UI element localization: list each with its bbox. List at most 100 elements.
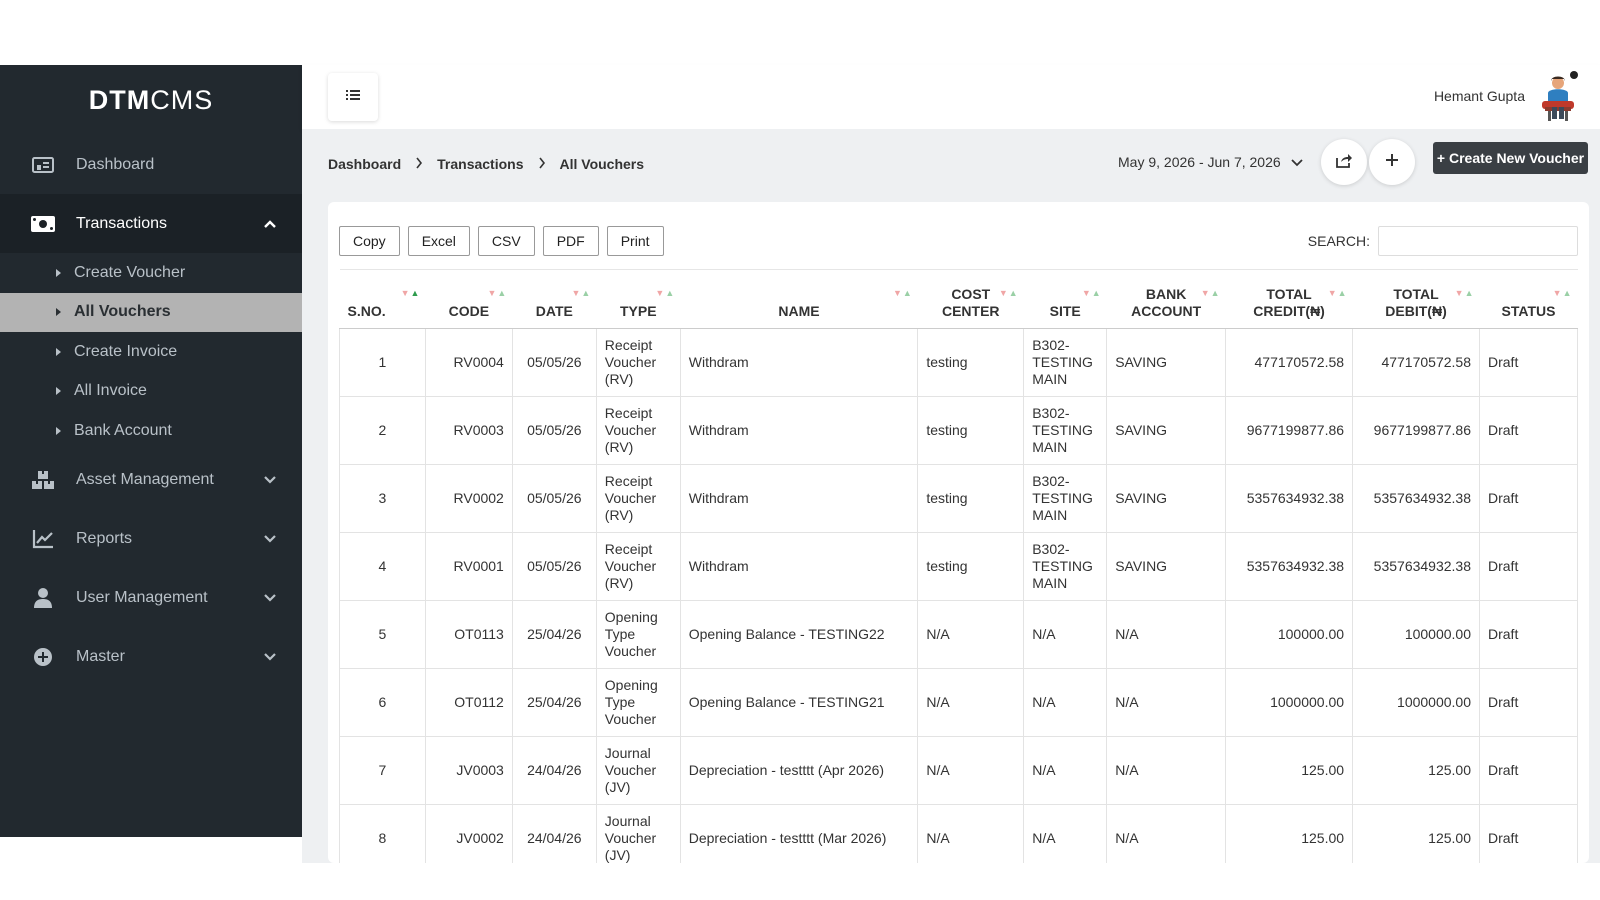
column-header-date[interactable]: DATE ▼▲ [512, 269, 597, 329]
pdf-button[interactable]: PDF [542, 226, 599, 256]
chevron-right-icon [538, 156, 546, 172]
excel-button[interactable]: Excel [407, 226, 470, 256]
brand-logo[interactable]: DTM CMS [0, 65, 302, 135]
column-header-bank-account[interactable]: BANK ACCOUNT ▼▲ [1106, 269, 1226, 329]
cell-status: Draft [1479, 668, 1578, 737]
cell-code: RV0004 [424, 328, 513, 397]
cell-text: RV0003 [453, 422, 504, 438]
column-header-text: CENTER [941, 303, 1000, 319]
money-icon [30, 213, 56, 235]
cell-site: B302- TESTING MAIN [1023, 396, 1108, 465]
cell-total-debit: 477170572.58 [1352, 328, 1480, 397]
transactions-submenu: Create Voucher All Vouchers Create Invoi… [0, 253, 302, 451]
sidebar-item-user-management[interactable]: User Management [0, 569, 302, 628]
table-row[interactable]: 8 JV0002 24/04/26 Journal Voucher (JV) Depreci… [339, 804, 1578, 863]
sidebar-subitem-create-invoice[interactable]: Create Invoice [0, 332, 302, 372]
caret-right-icon [56, 308, 61, 317]
csv-button[interactable]: CSV [477, 226, 535, 256]
column-header-label: TYPE [620, 303, 657, 320]
sidebar-subitem-all-invoice[interactable]: All Invoice [0, 372, 302, 412]
cell-bank-account: N/A [1106, 736, 1227, 805]
cell-text: testing [926, 490, 968, 506]
cell-text: 5357634932.38 [1246, 558, 1345, 574]
cell-text: SAVING [1115, 422, 1168, 438]
column-header-code[interactable]: CODE ▼▲ [425, 269, 513, 329]
sidebar-subitem-all-vouchers[interactable]: All Vouchers [0, 292, 302, 332]
plus-circle-icon [30, 646, 56, 668]
cell-text: 3 [378, 490, 387, 506]
table-row[interactable]: 2 RV0003 05/05/26 Receipt Voucher (RV) Withdra… [339, 396, 1578, 465]
cell-text: Type [604, 626, 636, 642]
column-header-text: S.NO. [347, 303, 386, 319]
cell-text: Withdram [688, 490, 749, 506]
column-header-name[interactable]: NAME ▼▲ [680, 269, 918, 329]
table-row[interactable]: 7 JV0003 24/04/26 Journal Voucher (JV) Depreci… [339, 736, 1578, 805]
cell-code: RV0002 [424, 464, 513, 533]
cell-total-debit: 5357634932.38 [1352, 532, 1480, 601]
avatar[interactable] [1536, 71, 1580, 123]
cell-sno: 6 [339, 668, 426, 737]
table-row[interactable]: 3 RV0002 05/05/26 Receipt Voucher (RV) Withdra… [339, 464, 1578, 533]
column-header-type[interactable]: TYPE ▼▲ [596, 269, 681, 329]
table-row[interactable]: 4 RV0001 05/05/26 Receipt Voucher (RV) Withdra… [339, 532, 1578, 601]
cell-name: Depreciation - testttt (Mar 2026) [679, 804, 919, 863]
breadcrumb-transactions[interactable]: Transactions [437, 156, 523, 172]
add-button[interactable] [1369, 139, 1415, 185]
sidebar-item-transactions[interactable]: Transactions [0, 194, 302, 253]
sort-arrows-icon: ▼▲ [487, 288, 508, 298]
sort-arrows-icon: ▼▲ [892, 288, 913, 298]
sidebar-subitem-create-voucher[interactable]: Create Voucher [0, 253, 302, 293]
plus-icon [1385, 153, 1399, 172]
column-header-text: NAME [778, 303, 820, 319]
chart-line-icon [30, 528, 56, 550]
sidebar-item-dashboard[interactable]: Dashboard [0, 135, 302, 194]
cell-site: N/A [1023, 600, 1108, 669]
cell-date: 05/05/26 [511, 464, 597, 533]
copy-button[interactable]: Copy [339, 226, 400, 256]
cell-text: Voucher [604, 643, 657, 659]
user-name[interactable]: Hemant Gupta [1434, 88, 1525, 104]
column-header-status[interactable]: STATUS ▼▲ [1479, 269, 1578, 329]
print-button[interactable]: Print [606, 226, 664, 256]
cell-text: 25/04/26 [527, 626, 582, 642]
cell-text: 24/04/26 [527, 762, 582, 778]
cell-bank-account: N/A [1106, 600, 1227, 669]
export-share-button[interactable] [1321, 139, 1367, 185]
column-header-total-debit[interactable]: TOTAL DEBIT(₦) ▼▲ [1352, 269, 1480, 329]
cell-date: 05/05/26 [511, 532, 597, 601]
cell-date: 05/05/26 [511, 396, 597, 465]
sidebar-item-label: User Management [76, 589, 208, 606]
main-content: Dashboard Transactions All Vouchers May … [302, 129, 1600, 863]
cell-text: N/A [1032, 626, 1056, 642]
sidebar-item-reports[interactable]: Reports [0, 510, 302, 569]
sidebar-item-master[interactable]: Master [0, 628, 302, 687]
column-header-total-credit[interactable]: TOTAL CREDIT(₦) ▼▲ [1225, 269, 1353, 329]
sort-arrows-icon: ▼▲ [655, 288, 676, 298]
column-header-site[interactable]: SITE ▼▲ [1023, 269, 1107, 329]
breadcrumb-dashboard[interactable]: Dashboard [328, 156, 401, 172]
column-header-text: TOTAL [1393, 286, 1439, 302]
table-row[interactable]: 5 OT0113 25/04/26 Opening Type Voucher Opening… [339, 600, 1578, 669]
cell-text: B302- [1032, 541, 1070, 557]
date-range-picker[interactable]: May 9, 2026 - Jun 7, 2026 [1118, 154, 1303, 170]
table-row[interactable]: 6 OT0112 25/04/26 Opening Type Voucher Opening… [339, 668, 1578, 737]
cell-text: B302- [1032, 337, 1070, 353]
list-icon [346, 88, 360, 106]
sidebar-subitem-bank-account[interactable]: Bank Account [0, 411, 302, 451]
column-header-cost-center[interactable]: COST CENTER ▼▲ [917, 269, 1024, 329]
column-header-text: CODE [448, 303, 490, 319]
sidebar-subitem-label: All Invoice [74, 382, 147, 400]
cell-text: 125.00 [1301, 830, 1345, 846]
sidebar-item-asset-management[interactable]: Asset Management [0, 451, 302, 510]
cell-type: Opening Type Voucher [595, 600, 681, 669]
cell-bank-account: N/A [1106, 804, 1227, 863]
cell-text: TESTING [1032, 558, 1093, 574]
search-input[interactable] [1378, 226, 1578, 256]
create-new-voucher-button[interactable]: + Create New Voucher [1433, 142, 1588, 174]
sort-arrows-icon: ▼▲ [400, 288, 421, 298]
cell-text: 1 [378, 354, 387, 370]
table-row[interactable]: 1 RV0004 05/05/26 Receipt Voucher (RV) Withdra… [339, 328, 1578, 397]
column-header-sno[interactable]: S.NO. ▼▲ [339, 269, 426, 329]
chevron-down-icon [260, 470, 280, 490]
menu-toggle-button[interactable] [328, 73, 378, 121]
